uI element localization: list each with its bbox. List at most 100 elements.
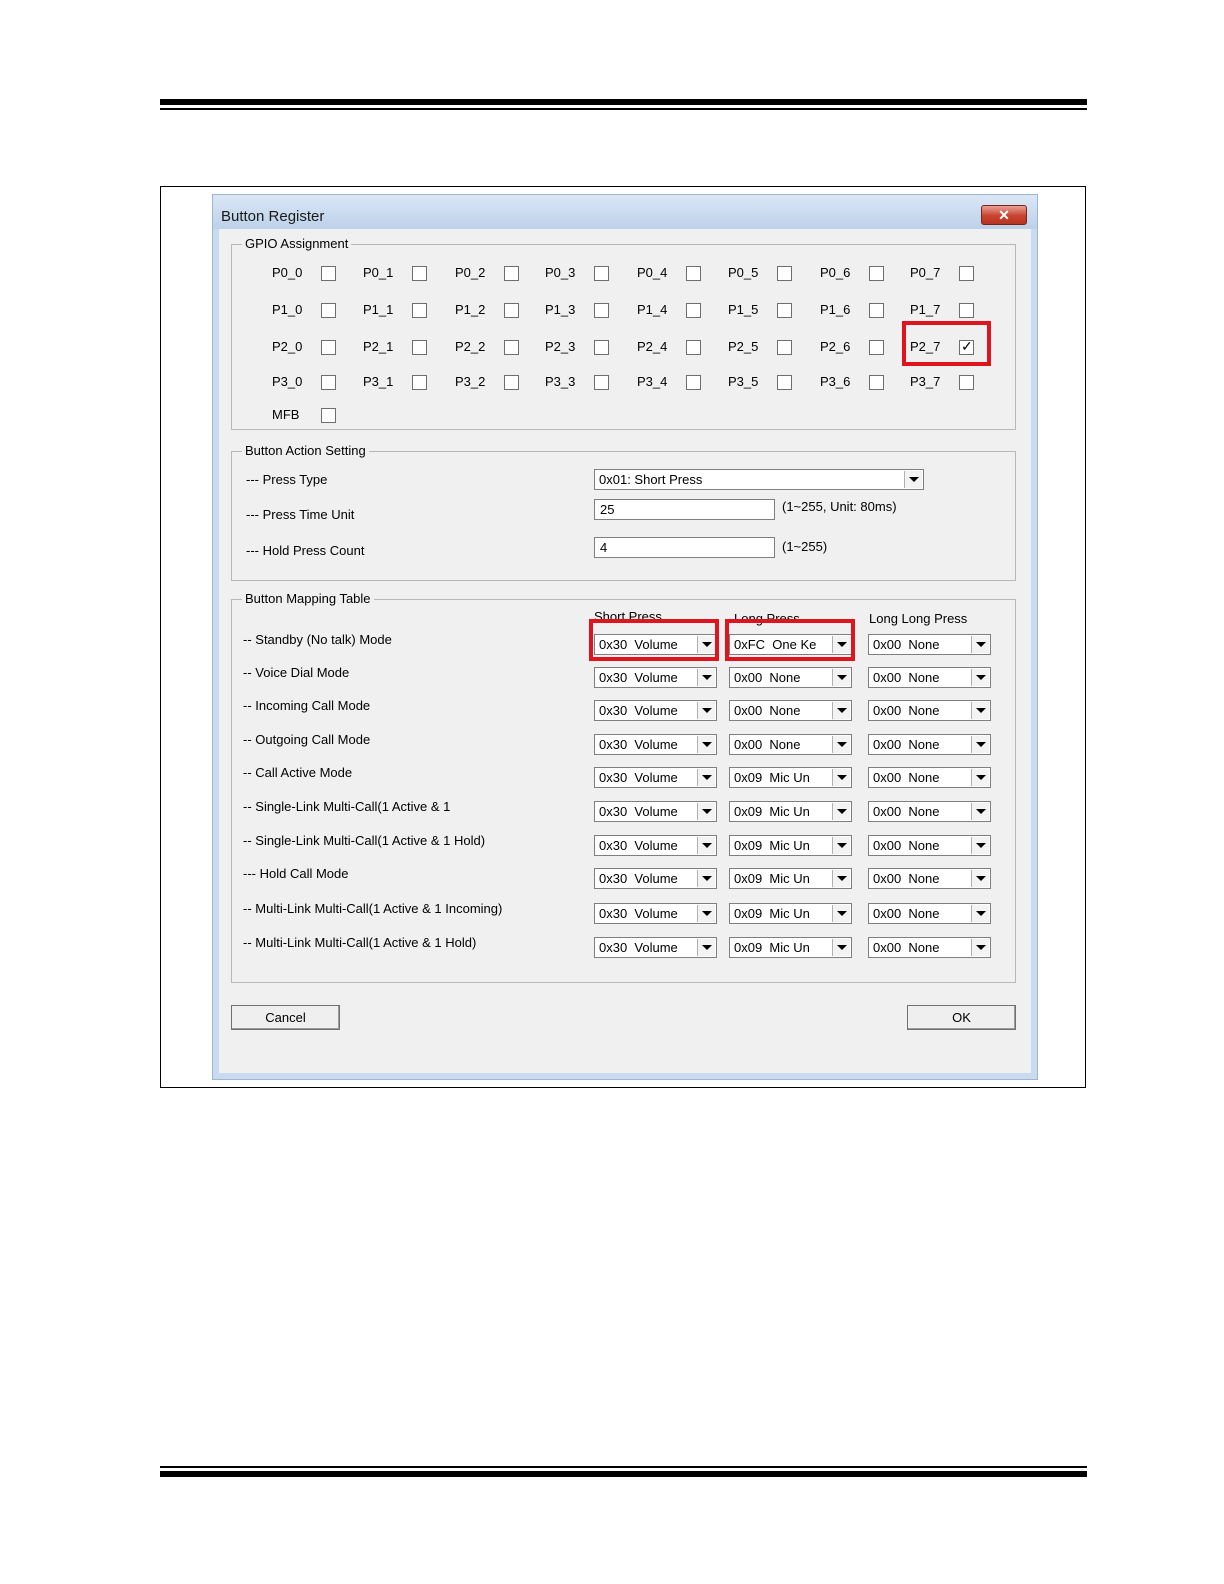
chevron-down-icon[interactable] <box>832 905 850 922</box>
short-press-select[interactable]: 0x30 Volume <box>594 937 717 958</box>
long-press-select[interactable]: 0x00 None <box>729 667 852 688</box>
gpio-checkbox-p2-2[interactable] <box>504 340 519 355</box>
short-press-select[interactable]: 0x30 Volume <box>594 767 717 788</box>
gpio-checkbox-p3-7[interactable] <box>959 375 974 390</box>
chevron-down-icon[interactable] <box>971 870 989 887</box>
long-press-select[interactable]: 0x09 Mic Un <box>729 903 852 924</box>
gpio-checkbox-p1-5[interactable] <box>777 303 792 318</box>
chevron-down-icon[interactable] <box>697 702 715 719</box>
gpio-checkbox-p0-7[interactable] <box>959 266 974 281</box>
gpio-checkbox-p3-4[interactable] <box>686 375 701 390</box>
chevron-down-icon[interactable] <box>697 769 715 786</box>
gpio-checkbox-p3-6[interactable] <box>869 375 884 390</box>
chevron-down-icon[interactable] <box>832 870 850 887</box>
short-press-select[interactable]: 0x30 Volume <box>594 700 717 721</box>
title-bar[interactable]: Button Register ✕ <box>213 195 1037 229</box>
mapping-row-label: -- Standby (No talk) Mode <box>243 632 392 647</box>
long-long-press-select[interactable]: 0x00 None <box>868 767 991 788</box>
chevron-down-icon[interactable] <box>832 939 850 956</box>
gpio-checkbox-p0-3[interactable] <box>594 266 609 281</box>
long-press-select[interactable]: 0x00 None <box>729 700 852 721</box>
chevron-down-icon[interactable] <box>904 471 922 488</box>
gpio-checkbox-p3-0[interactable] <box>321 375 336 390</box>
gpio-checkbox-p2-4[interactable] <box>686 340 701 355</box>
short-press-value: 0x30 Volume <box>599 770 678 785</box>
chevron-down-icon[interactable] <box>697 837 715 854</box>
chevron-down-icon[interactable] <box>971 905 989 922</box>
gpio-checkbox-p3-1[interactable] <box>412 375 427 390</box>
chevron-down-icon[interactable] <box>832 769 850 786</box>
gpio-checkbox-p3-5[interactable] <box>777 375 792 390</box>
gpio-checkbox-p2-3[interactable] <box>594 340 609 355</box>
short-press-select[interactable]: 0x30 Volume <box>594 667 717 688</box>
close-button[interactable]: ✕ <box>981 205 1027 225</box>
gpio-checkbox-p1-4[interactable] <box>686 303 701 318</box>
gpio-checkbox-p2-0[interactable] <box>321 340 336 355</box>
short-press-select[interactable]: 0x30 Volume <box>594 903 717 924</box>
long-long-press-value: 0x00 None <box>873 838 940 853</box>
gpio-checkbox-p0-1[interactable] <box>412 266 427 281</box>
long-long-press-select[interactable]: 0x00 None <box>868 634 991 655</box>
long-long-press-select[interactable]: 0x00 None <box>868 903 991 924</box>
gpio-checkbox-p1-1[interactable] <box>412 303 427 318</box>
gpio-checkbox-p1-7[interactable] <box>959 303 974 318</box>
long-long-press-select[interactable]: 0x00 None <box>868 734 991 755</box>
chevron-down-icon[interactable] <box>971 669 989 686</box>
chevron-down-icon[interactable] <box>971 837 989 854</box>
gpio-checkbox-p0-2[interactable] <box>504 266 519 281</box>
long-press-select[interactable]: 0x09 Mic Un <box>729 767 852 788</box>
press-time-unit-input[interactable] <box>594 499 775 520</box>
long-press-select[interactable]: 0x09 Mic Un <box>729 835 852 856</box>
long-press-select[interactable]: 0x00 None <box>729 734 852 755</box>
short-press-select[interactable]: 0x30 Volume <box>594 734 717 755</box>
gpio-checkbox-p1-0[interactable] <box>321 303 336 318</box>
long-press-select[interactable]: 0x09 Mic Un <box>729 937 852 958</box>
gpio-checkbox-p0-4[interactable] <box>686 266 701 281</box>
chevron-down-icon[interactable] <box>971 803 989 820</box>
chevron-down-icon[interactable] <box>971 939 989 956</box>
chevron-down-icon[interactable] <box>697 939 715 956</box>
long-long-press-select[interactable]: 0x00 None <box>868 835 991 856</box>
chevron-down-icon[interactable] <box>971 702 989 719</box>
gpio-checkbox-p0-5[interactable] <box>777 266 792 281</box>
chevron-down-icon[interactable] <box>832 736 850 753</box>
short-press-select[interactable]: 0x30 Volume <box>594 868 717 889</box>
gpio-checkbox-p3-2[interactable] <box>504 375 519 390</box>
press-type-select[interactable]: 0x01: Short Press <box>594 469 924 490</box>
gpio-checkbox-p1-2[interactable] <box>504 303 519 318</box>
gpio-checkbox-p0-6[interactable] <box>869 266 884 281</box>
ok-button[interactable]: OK <box>907 1005 1016 1030</box>
chevron-down-icon[interactable] <box>832 803 850 820</box>
chevron-down-icon[interactable] <box>697 669 715 686</box>
chevron-down-icon[interactable] <box>697 870 715 887</box>
chevron-down-icon[interactable] <box>971 769 989 786</box>
hold-press-count-input[interactable] <box>594 537 775 558</box>
gpio-checkbox-p3-3[interactable] <box>594 375 609 390</box>
gpio-checkbox-p2-1[interactable] <box>412 340 427 355</box>
gpio-checkbox-mfb[interactable] <box>321 408 336 423</box>
short-press-select[interactable]: 0x30 Volume <box>594 835 717 856</box>
gpio-checkbox-p1-6[interactable] <box>869 303 884 318</box>
chevron-down-icon[interactable] <box>697 905 715 922</box>
long-long-press-select[interactable]: 0x00 None <box>868 667 991 688</box>
long-long-press-select[interactable]: 0x00 None <box>868 801 991 822</box>
chevron-down-icon[interactable] <box>697 803 715 820</box>
long-long-press-select[interactable]: 0x00 None <box>868 868 991 889</box>
chevron-down-icon[interactable] <box>832 702 850 719</box>
chevron-down-icon[interactable] <box>971 736 989 753</box>
gpio-checkbox-p2-6[interactable] <box>869 340 884 355</box>
long-press-select[interactable]: 0x09 Mic Un <box>729 801 852 822</box>
gpio-checkbox-p2-5[interactable] <box>777 340 792 355</box>
long-press-select[interactable]: 0x09 Mic Un <box>729 868 852 889</box>
long-long-press-select[interactable]: 0x00 None <box>868 700 991 721</box>
chevron-down-icon[interactable] <box>832 837 850 854</box>
gpio-checkbox-p0-0[interactable] <box>321 266 336 281</box>
chevron-down-icon[interactable] <box>697 736 715 753</box>
long-long-press-select[interactable]: 0x00 None <box>868 937 991 958</box>
cancel-button[interactable]: Cancel <box>231 1005 340 1030</box>
chevron-down-icon[interactable] <box>832 669 850 686</box>
press-time-unit-hint: (1~255, Unit: 80ms) <box>782 499 897 514</box>
gpio-checkbox-p1-3[interactable] <box>594 303 609 318</box>
short-press-select[interactable]: 0x30 Volume <box>594 801 717 822</box>
chevron-down-icon[interactable] <box>971 636 989 653</box>
